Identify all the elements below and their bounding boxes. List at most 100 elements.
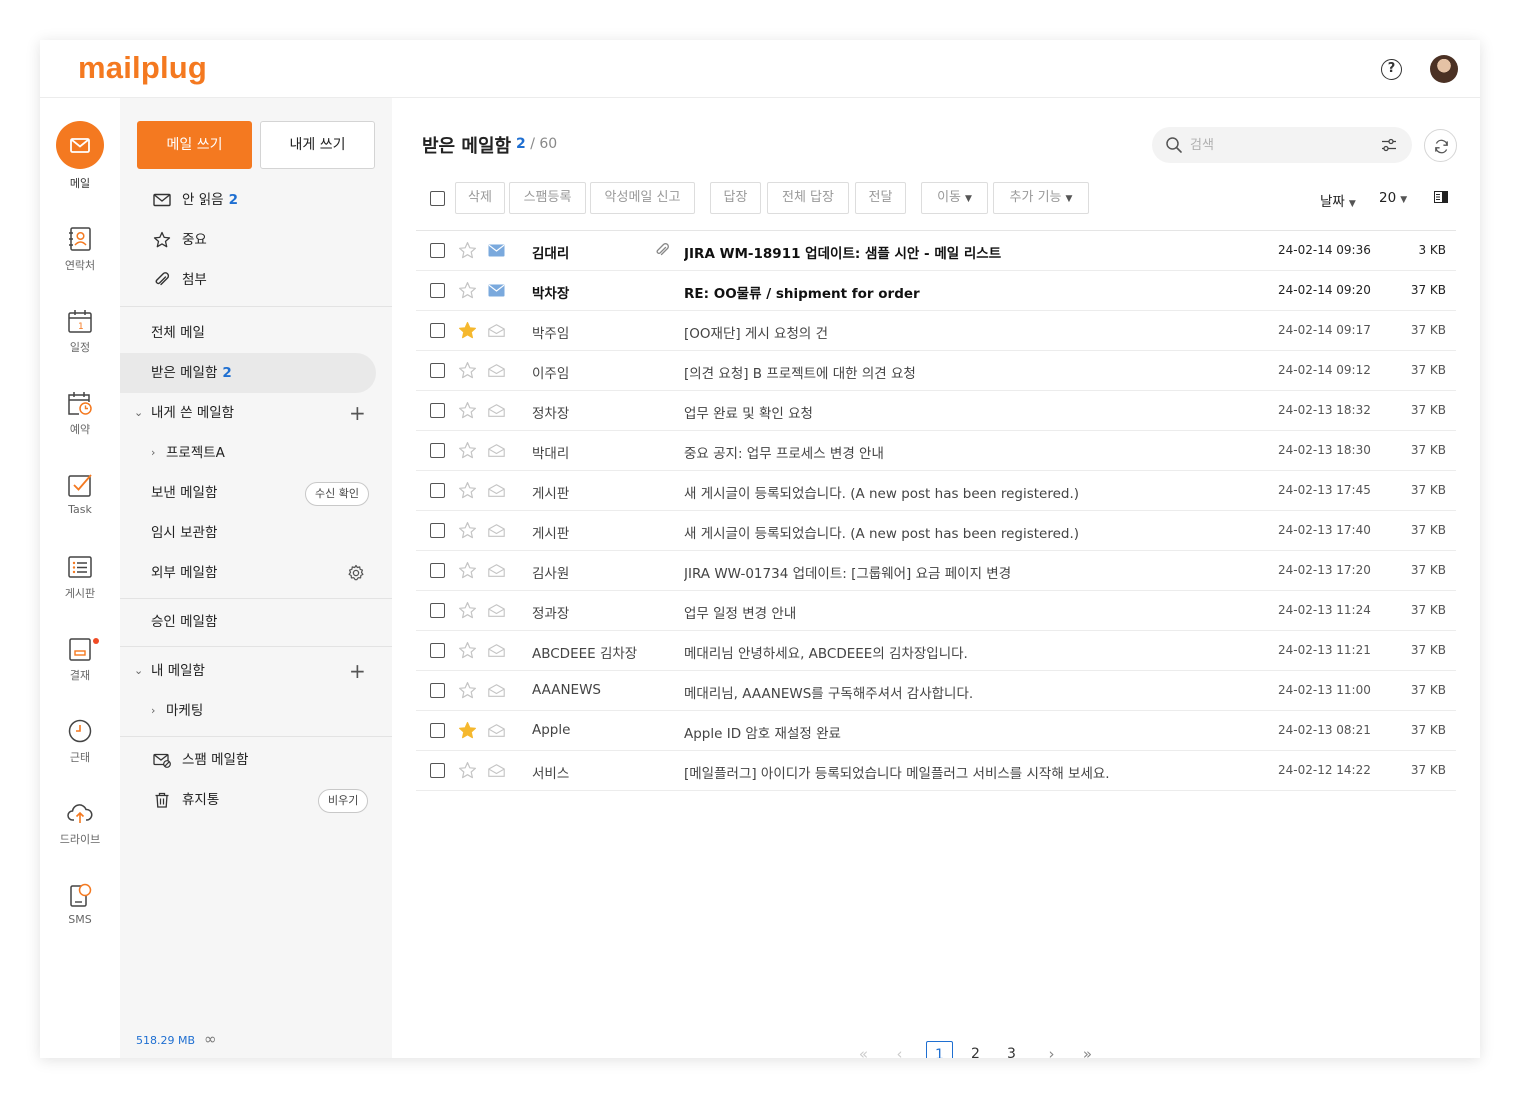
- split-view-icon[interactable]: [1434, 191, 1448, 203]
- rail-item-approval[interactable]: 결재: [40, 636, 120, 683]
- spam-register-button[interactable]: 스팸등록: [509, 182, 586, 214]
- sidebar-item-sent[interactable]: 보낸 메일함 수신 확인: [120, 473, 392, 513]
- help-icon[interactable]: ?: [1381, 59, 1402, 80]
- star-icon[interactable]: [458, 681, 477, 700]
- sidebar-item-my-box[interactable]: ⌄ 내 메일함 +: [120, 651, 392, 691]
- row-checkbox[interactable]: [430, 603, 445, 618]
- star-icon[interactable]: [458, 361, 477, 380]
- email-subject[interactable]: 메대리님, AAANEWS를 구독해주셔서 감사합니다.: [684, 682, 1264, 702]
- email-sender[interactable]: 정과장: [532, 602, 652, 622]
- empty-trash-button[interactable]: 비우기: [318, 789, 369, 813]
- sidebar-item-project-a[interactable]: › 프로젝트A: [120, 433, 392, 473]
- sidebar-item-spam[interactable]: 스팸 메일함: [120, 740, 392, 780]
- row-checkbox[interactable]: [430, 483, 445, 498]
- email-sender[interactable]: 박대리: [532, 442, 652, 462]
- rail-item-drive[interactable]: 드라이브: [40, 800, 120, 847]
- email-subject[interactable]: JIRA WM-18911 업데이트: 샘플 시안 - 메일 리스트: [684, 242, 1264, 262]
- email-subject[interactable]: JIRA WW-01734 업데이트: [그룹웨어] 요금 페이지 변경: [684, 562, 1264, 582]
- email-sender[interactable]: Apple: [532, 722, 652, 738]
- page-button[interactable]: 3: [998, 1041, 1025, 1058]
- first-page-button[interactable]: «: [850, 1041, 877, 1058]
- email-subject[interactable]: [의견 요청] B 프로젝트에 대한 의견 요청: [684, 362, 1264, 382]
- email-row[interactable]: 박주임 [OO재단] 게시 요청의 건 24-02-14 09:17 37 KB: [416, 311, 1456, 351]
- report-malicious-button[interactable]: 악성메일 신고: [590, 182, 695, 214]
- email-row[interactable]: 게시판 새 게시글이 등록되었습니다. (A new post has been …: [416, 511, 1456, 551]
- email-sender[interactable]: 서비스: [532, 762, 652, 782]
- compose-button[interactable]: 메일 쓰기: [137, 121, 252, 169]
- select-all-checkbox[interactable]: [430, 191, 445, 206]
- row-checkbox[interactable]: [430, 723, 445, 738]
- row-checkbox[interactable]: [430, 243, 445, 258]
- row-checkbox[interactable]: [430, 763, 445, 778]
- rail-item-attendance[interactable]: 근태: [40, 718, 120, 765]
- email-subject[interactable]: RE: OO물류 / shipment for order: [684, 282, 1264, 302]
- rail-item-board[interactable]: 게시판: [40, 554, 120, 601]
- move-dropdown[interactable]: 이동 ▼: [921, 182, 988, 214]
- sidebar-item-self-box[interactable]: ⌄ 내게 쓴 메일함 +: [120, 393, 392, 433]
- row-checkbox[interactable]: [430, 563, 445, 578]
- star-icon[interactable]: [458, 241, 477, 260]
- email-sender[interactable]: 이주임: [532, 362, 652, 382]
- email-sender[interactable]: 김사원: [532, 562, 652, 582]
- sidebar-item-external[interactable]: 외부 메일함: [120, 553, 392, 593]
- more-actions-dropdown[interactable]: 추가 기능 ▼: [993, 182, 1089, 214]
- sidebar-item-drafts[interactable]: 임시 보관함: [120, 513, 392, 553]
- page-button[interactable]: 1: [926, 1041, 953, 1058]
- star-icon[interactable]: [458, 281, 477, 300]
- star-icon[interactable]: [458, 561, 477, 580]
- row-checkbox[interactable]: [430, 323, 445, 338]
- rail-item-reservation[interactable]: 예약: [40, 390, 120, 437]
- add-folder-icon[interactable]: +: [349, 651, 366, 691]
- last-page-button[interactable]: »: [1074, 1041, 1101, 1058]
- email-row[interactable]: AAANEWS 메대리님, AAANEWS를 구독해주셔서 감사합니다. 24-02…: [416, 671, 1456, 711]
- next-page-button[interactable]: ›: [1038, 1041, 1065, 1058]
- sidebar-item-unread[interactable]: 안 읽음 2: [120, 180, 392, 220]
- rail-item-sms[interactable]: SMS: [40, 882, 120, 926]
- chevron-right-icon[interactable]: ›: [151, 691, 155, 731]
- star-icon[interactable]: [458, 601, 477, 620]
- sidebar-item-inbox[interactable]: 받은 메일함 2: [120, 353, 376, 393]
- email-subject[interactable]: 업무 완료 및 확인 요청: [684, 402, 1264, 422]
- sidebar-item-important[interactable]: 중요: [120, 220, 392, 260]
- email-subject[interactable]: 중요 공지: 업무 프로세스 변경 안내: [684, 442, 1264, 462]
- gear-icon[interactable]: [347, 564, 365, 582]
- email-row[interactable]: ABCDEEE 김차장 메대리님 안녕하세요, ABCDEEE의 김차장입니다. 2…: [416, 631, 1456, 671]
- email-row[interactable]: 이주임 [의견 요청] B 프로젝트에 대한 의견 요청 24-02-14 09:1…: [416, 351, 1456, 391]
- sidebar-item-attachments[interactable]: 첨부: [120, 260, 392, 300]
- filter-sliders-icon[interactable]: [1380, 136, 1398, 154]
- row-checkbox[interactable]: [430, 443, 445, 458]
- forward-button[interactable]: 전달: [855, 182, 906, 214]
- page-button[interactable]: 2: [962, 1041, 989, 1058]
- prev-page-button[interactable]: ‹: [886, 1041, 913, 1058]
- email-row[interactable]: 서비스 [메일플러그] 아이디가 등록되었습니다 메일플러그 서비스를 시작해 보…: [416, 751, 1456, 791]
- row-checkbox[interactable]: [430, 283, 445, 298]
- email-row[interactable]: 정과장 업무 일정 변경 안내 24-02-13 11:24 37 KB: [416, 591, 1456, 631]
- row-checkbox[interactable]: [430, 683, 445, 698]
- star-icon[interactable]: [458, 641, 477, 660]
- read-receipt-button[interactable]: 수신 확인: [305, 482, 369, 506]
- email-sender[interactable]: 정차장: [532, 402, 652, 422]
- star-icon[interactable]: [458, 441, 477, 460]
- email-sender[interactable]: 박주임: [532, 322, 652, 342]
- reply-all-button[interactable]: 전체 답장: [767, 182, 849, 214]
- row-checkbox[interactable]: [430, 403, 445, 418]
- user-avatar[interactable]: [1430, 55, 1458, 83]
- search-input[interactable]: [1190, 135, 1370, 155]
- email-row[interactable]: Apple Apple ID 암호 재설정 완료 24-02-13 08:21 37 …: [416, 711, 1456, 751]
- email-sender[interactable]: 박차장: [532, 282, 652, 302]
- rail-item-contacts[interactable]: 연락처: [40, 226, 120, 273]
- star-filled-icon[interactable]: [458, 721, 477, 740]
- chevron-right-icon[interactable]: ›: [151, 433, 155, 473]
- email-sender[interactable]: 게시판: [532, 482, 652, 502]
- sidebar-item-approval-box[interactable]: 승인 메일함: [120, 602, 392, 642]
- rail-item-task[interactable]: Task: [40, 472, 120, 516]
- email-subject[interactable]: 새 게시글이 등록되었습니다. (A new post has been reg…: [684, 482, 1264, 502]
- email-sender[interactable]: 김대리: [532, 242, 652, 262]
- sidebar-item-all-mail[interactable]: 전체 메일: [120, 313, 392, 353]
- email-subject[interactable]: Apple ID 암호 재설정 완료: [684, 722, 1264, 742]
- sidebar-item-trash[interactable]: 휴지통 비우기: [120, 780, 392, 820]
- email-sender[interactable]: AAANEWS: [532, 682, 652, 698]
- star-icon[interactable]: [458, 481, 477, 500]
- chevron-down-icon[interactable]: ⌄: [134, 393, 143, 433]
- sidebar-item-marketing[interactable]: › 마케팅: [120, 691, 392, 731]
